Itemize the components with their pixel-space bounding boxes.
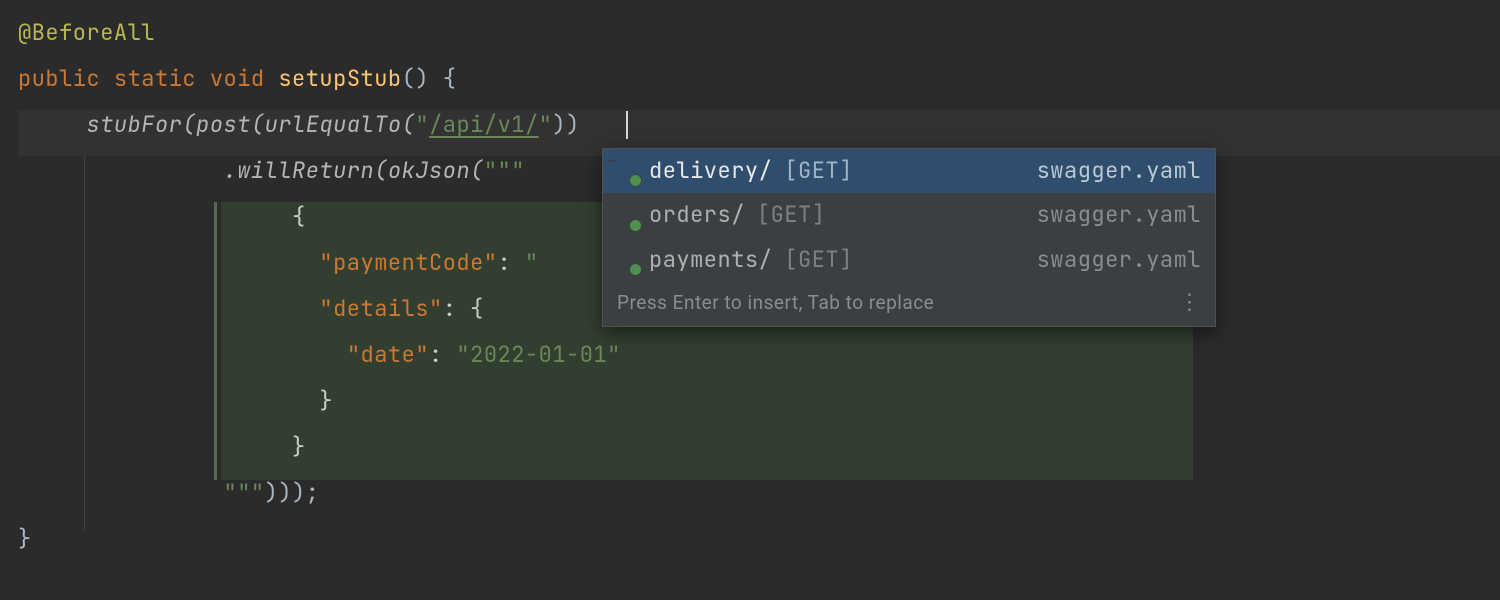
brace-close: } xyxy=(18,524,32,553)
call-post: post xyxy=(196,110,251,139)
annotation: @BeforeAll xyxy=(18,18,155,47)
text-caret xyxy=(626,111,628,139)
completion-hint-text: Press Enter to insert, Tab to replace xyxy=(617,290,934,316)
completion-popup[interactable]: delivery/ [GET] swagger.yaml orders/ [GE… xyxy=(602,148,1216,327)
code-line[interactable]: "date": "2022-01-01" xyxy=(18,340,1500,386)
json-colon: : { xyxy=(443,294,484,323)
url-string: /api/v1/ xyxy=(429,110,539,139)
completion-name: payments/ xyxy=(649,245,772,275)
completion-source: swagger.yaml xyxy=(1037,156,1201,186)
json-key: "paymentCode" xyxy=(319,248,497,277)
code-editor[interactable]: @BeforeAll public static void setupStub(… xyxy=(0,0,1500,570)
keyword-public: public xyxy=(18,64,100,93)
json-key: "date" xyxy=(347,340,429,369)
triple-quote-open: """ xyxy=(484,156,525,185)
punct: ))); xyxy=(265,478,320,507)
completion-item[interactable]: delivery/ [GET] swagger.yaml xyxy=(603,149,1215,193)
completion-hint-row: Press Enter to insert, Tab to replace ⋮ xyxy=(603,282,1215,326)
completion-source: swagger.yaml xyxy=(1037,245,1201,275)
code-line[interactable]: @BeforeAll xyxy=(18,18,1500,64)
json-key: "details" xyxy=(319,294,442,323)
json-colon: : xyxy=(498,248,525,277)
globe-icon xyxy=(613,247,639,273)
completion-name: orders/ xyxy=(649,200,745,230)
completion-item[interactable]: payments/ [GET] swagger.yaml xyxy=(603,238,1215,282)
json-open: { xyxy=(292,202,306,231)
completion-item[interactable]: orders/ [GET] swagger.yaml xyxy=(603,193,1215,237)
call-stubFor: stubFor xyxy=(87,110,183,139)
punct: )) xyxy=(552,110,579,139)
json-close: } xyxy=(292,432,306,461)
method-name: setupStub xyxy=(278,64,401,93)
string-open: " xyxy=(415,110,429,139)
completion-method: [GET] xyxy=(784,245,853,275)
code-line[interactable]: """))); xyxy=(18,478,1500,524)
json-val: "2022-01-01" xyxy=(456,340,620,369)
completion-name: delivery/ xyxy=(649,156,772,186)
punct: () { xyxy=(402,64,457,93)
json-close: } xyxy=(319,386,333,415)
code-line[interactable]: } xyxy=(18,386,1500,432)
globe-icon xyxy=(613,203,639,229)
json-val-open: " xyxy=(525,248,539,277)
code-line[interactable]: } xyxy=(18,432,1500,478)
string-close: " xyxy=(539,110,553,139)
code-line[interactable]: public static void setupStub() { xyxy=(18,64,1500,110)
keyword-static: static xyxy=(114,64,196,93)
more-icon[interactable]: ⋮ xyxy=(1179,292,1202,314)
code-line[interactable]: } xyxy=(18,524,1500,570)
call-willReturn: willReturn xyxy=(237,156,374,185)
call-okJson: okJson xyxy=(388,156,470,185)
call-urlEqualTo: urlEqualTo xyxy=(265,110,402,139)
globe-icon xyxy=(613,158,639,184)
completion-method: [GET] xyxy=(757,200,826,230)
completion-source: swagger.yaml xyxy=(1037,200,1201,230)
keyword-void: void xyxy=(210,64,265,93)
json-colon: : xyxy=(429,340,456,369)
triple-quote-close: """ xyxy=(224,478,265,507)
completion-method: [GET] xyxy=(784,156,853,186)
